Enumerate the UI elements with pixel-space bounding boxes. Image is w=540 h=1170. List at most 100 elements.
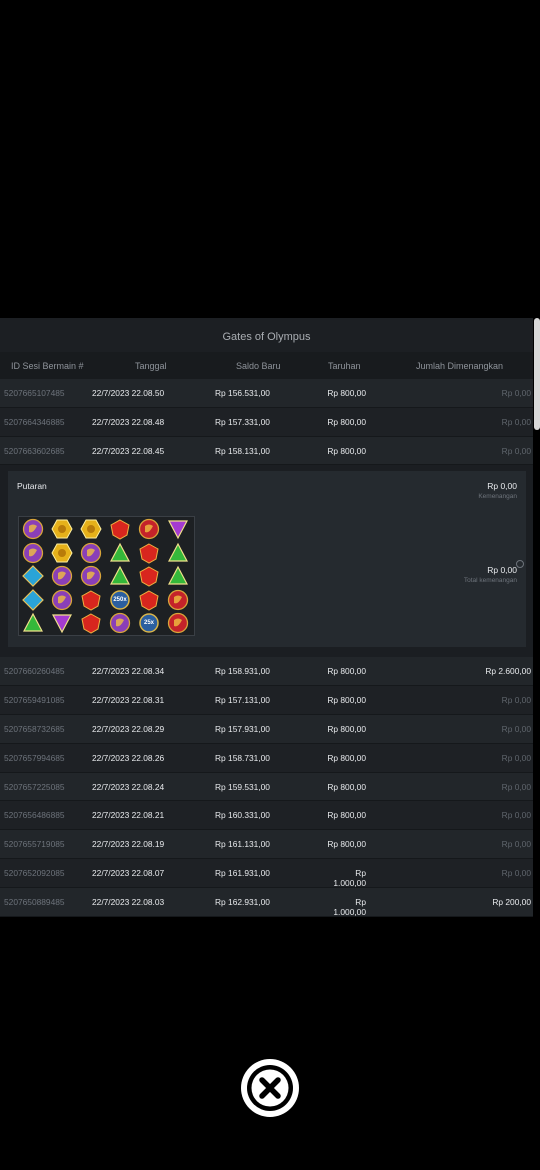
table-row[interactable]: 5207663602685 22/7/2023 22.08.45 Rp 158.13…	[0, 436, 533, 466]
table-row[interactable]: 5207664346885 22/7/2023 22.08.48 Rp 157.33…	[0, 407, 533, 437]
heart-icon	[139, 566, 159, 587]
ring-icon	[80, 519, 102, 539]
col-win: Jumlah Dimenangkan	[416, 361, 504, 371]
session-balance: Rp 159.531,00	[215, 781, 270, 792]
table-row[interactable]: 5207659491085 22/7/2023 22.08.31 Rp 157.13…	[0, 686, 533, 715]
session-win: Rp 0,00	[501, 867, 531, 878]
green-tri-icon	[168, 565, 188, 585]
multiplier-label: 250x	[113, 596, 127, 603]
table-row[interactable]: 5207656486885 22/7/2023 22.08.21 Rp 160.33…	[0, 801, 533, 831]
col-bet: Taruhan	[328, 361, 361, 371]
hourglass-icon	[51, 566, 73, 587]
close-circle-icon[interactable]	[238, 1056, 302, 1120]
session-date: 22/7/2023 22.08.31	[92, 695, 165, 706]
session-win: Rp 200,00	[492, 896, 531, 907]
col-id: ID Sesi Bermain #	[11, 361, 84, 371]
session-id: 5207656486885	[4, 810, 65, 821]
table-row[interactable]: 5207652092085 22/7/2023 22.08.07 Rp 161.93…	[0, 858, 533, 888]
session-balance: Rp 156.531,00	[215, 388, 270, 398]
round-label: Putaran	[17, 481, 47, 492]
session-win: Rp 0,00	[501, 445, 531, 456]
session-bet: Rp 800,00	[327, 666, 366, 677]
col-date: Tanggal	[135, 361, 167, 371]
session-date: 22/7/2023 22.08.34	[92, 666, 165, 677]
info-icon[interactable]	[516, 560, 524, 569]
session-date: 22/7/2023 22.08.29	[92, 723, 165, 734]
session-balance: Rp 161.931,00	[215, 867, 270, 878]
blue-diamond-icon	[22, 588, 44, 611]
session-date: 22/7/2023 22.08.26	[92, 752, 165, 763]
green-tri-icon	[168, 542, 188, 562]
session-bet: Rp 800,00	[327, 723, 366, 734]
total-win-caption: Total kemenangan	[463, 577, 517, 585]
session-win: Rp 0,00	[501, 810, 531, 821]
hourglass-icon	[51, 589, 73, 610]
hourglass-icon	[22, 542, 44, 563]
session-bet: Rp 800,00	[327, 416, 366, 427]
table-row[interactable]: 5207660260485 22/7/2023 22.08.34 Rp 158.93…	[0, 657, 533, 687]
table-row[interactable]: 5207665107485 22/7/2023 22.08.50 Rp 156.53…	[0, 379, 533, 408]
scrollbar[interactable]	[534, 318, 540, 430]
session-win: Rp 0,00	[501, 416, 531, 427]
session-balance: Rp 158.731,00	[215, 752, 270, 763]
session-id: 5207659491085	[4, 695, 65, 706]
table-row[interactable]: 5207658732685 22/7/2023 22.08.29 Rp 157.93…	[0, 714, 533, 744]
session-id: 5207657994685	[4, 752, 65, 763]
history-panel: Gates of Olympus ID Sesi Bermain # Tangg…	[0, 318, 533, 917]
game-title: Gates of Olympus	[0, 318, 533, 352]
session-bet: Rp 800,00	[327, 810, 366, 821]
session-win: Rp 0,00	[501, 388, 531, 398]
total-win: Rp 0,00	[487, 565, 517, 576]
session-win: Rp 0,00	[501, 695, 531, 706]
session-bet: Rp 1.000,00	[333, 867, 366, 888]
session-id: 5207660260485	[4, 666, 65, 677]
session-balance: Rp 161.131,00	[215, 839, 270, 850]
session-balance: Rp 162.931,00	[215, 896, 270, 907]
session-win: Rp 0,00	[501, 839, 531, 850]
heart-icon	[81, 613, 101, 634]
hourglass-icon	[109, 612, 131, 634]
session-balance: Rp 157.131,00	[215, 695, 270, 706]
green-tri-icon	[110, 542, 130, 562]
heart-icon	[139, 590, 159, 611]
session-id: 5207664346885	[4, 416, 65, 427]
session-date: 22/7/2023 22.08.03	[92, 896, 165, 907]
chalice-icon	[138, 519, 160, 540]
ring-icon	[51, 519, 73, 539]
table-row[interactable]: 5207655719085 22/7/2023 22.08.19 Rp 161.13…	[0, 830, 533, 859]
table-row[interactable]: 5207650889485 22/7/2023 22.08.03 Rp 162.93…	[0, 887, 533, 917]
hourglass-icon	[80, 542, 102, 563]
session-win: Rp 0,00	[501, 752, 531, 763]
table-header: ID Sesi Bermain # Tanggal Saldo Baru Tar…	[0, 352, 533, 379]
crown-tri-icon	[52, 614, 72, 634]
session-bet: Rp 800,00	[327, 445, 366, 456]
session-date: 22/7/2023 22.08.45	[92, 445, 165, 456]
session-id: 5207652092085	[4, 867, 65, 878]
session-win: Rp 0,00	[501, 723, 531, 734]
session-win: Rp 0,00	[501, 781, 531, 792]
session-date: 22/7/2023 22.08.48	[92, 416, 165, 427]
session-bet: Rp 800,00	[327, 695, 366, 706]
session-id: 5207655719085	[4, 839, 65, 850]
table-row[interactable]: 5207657994685 22/7/2023 22.08.26 Rp 158.73…	[0, 743, 533, 773]
session-balance: Rp 157.331,00	[215, 416, 270, 427]
session-date: 22/7/2023 22.08.24	[92, 781, 165, 792]
session-balance: Rp 158.131,00	[215, 445, 270, 456]
session-bet: Rp 800,00	[327, 388, 366, 398]
green-tri-icon	[23, 612, 43, 632]
chalice-icon	[167, 612, 189, 634]
session-date: 22/7/2023 22.08.21	[92, 810, 165, 821]
session-bet: Rp 800,00	[327, 752, 366, 763]
round-win: Rp 0,00	[487, 481, 517, 492]
table-row[interactable]: 5207657225085 22/7/2023 22.08.24 Rp 159.53…	[0, 772, 533, 802]
rows-bottom: 5207660260485 22/7/2023 22.08.34 Rp 158.93…	[0, 657, 533, 917]
session-bet: Rp 800,00	[327, 839, 366, 850]
round-detail-card: Putaran Rp 0,00 Kemenangan 250x 25x Rp 0,…	[8, 471, 526, 648]
session-id: 5207663602685	[4, 445, 65, 456]
session-bet: Rp 800,00	[327, 781, 366, 792]
hourglass-icon	[80, 566, 102, 587]
col-balance: Saldo Baru	[236, 361, 281, 371]
blue-diamond-icon	[22, 565, 44, 588]
green-tri-icon	[110, 565, 130, 585]
session-date: 22/7/2023 22.08.50	[92, 388, 165, 398]
